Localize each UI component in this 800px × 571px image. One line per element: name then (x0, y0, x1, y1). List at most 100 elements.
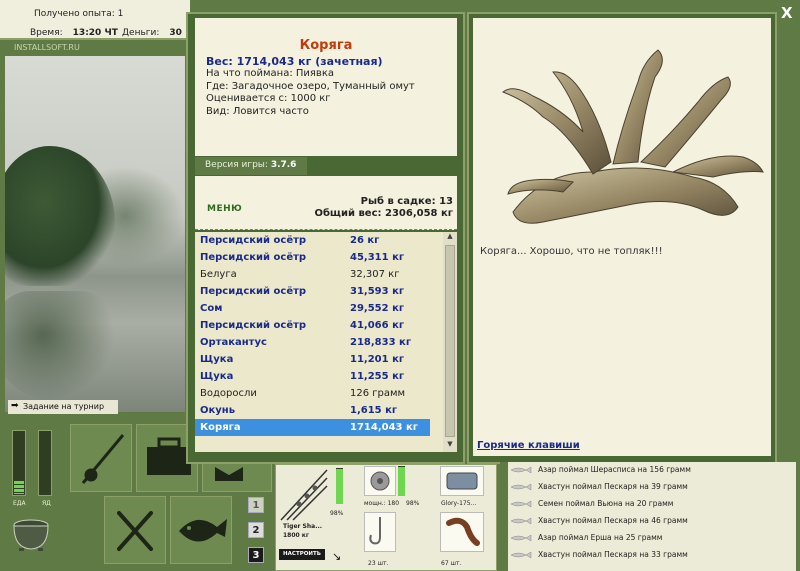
fish-bait: На что поймана: Пиявка (206, 68, 334, 79)
catch-fish-name: Ортакантус (200, 337, 267, 348)
rod-durability-gauge (336, 468, 343, 504)
money-readout: Деньги: 30 (122, 28, 182, 38)
catch-list-row[interactable]: Персидский осётр 31,593 кг (195, 283, 443, 300)
reel-durability-fill (398, 466, 405, 496)
setup-button[interactable]: НАСТРОИТЬ (279, 549, 325, 560)
fish-comment: Коряга... Хорошо, что не топляк!!! (480, 246, 663, 257)
catch-fish-weight: 45,311 кг (350, 252, 405, 263)
catch-fish-weight: 11,201 кг (350, 354, 405, 365)
catch-fish-weight: 41,066 кг (350, 320, 405, 331)
catch-fish-weight: 126 грамм (350, 388, 406, 399)
catch-fish-weight: 1,615 кг (350, 405, 398, 416)
hooks-count: 23 шт. (368, 560, 389, 567)
level-button-2[interactable]: 2 (248, 522, 264, 538)
status-bar: Получено опыта: 1 Время: 13:20 ЧТ Деньги:… (0, 0, 190, 40)
fork-knife-icon (117, 511, 153, 551)
hotkeys-link[interactable]: Горячие клавиши (477, 440, 580, 451)
level-button-1[interactable]: 1 (248, 497, 264, 513)
catch-fish-weight: 32,307 кг (350, 269, 400, 280)
line-name: Glory-175... (441, 500, 477, 507)
catch-fish-weight: 218,833 кг (350, 337, 412, 348)
fish-info-box: Коряга Вес: 1714,043 кг (зачетная) На чт… (195, 18, 457, 156)
fish-icon (510, 551, 532, 559)
catch-summary: МЕНЮ Рыб в садке: 13 Общий вес: 2306,058… (195, 176, 457, 230)
food-meter (12, 430, 26, 496)
fish-weight: Вес: 1714,043 кг (зачетная) (206, 55, 383, 68)
catch-list-row[interactable]: Водоросли 126 грамм (195, 385, 443, 402)
fish-icon (510, 466, 532, 474)
time-readout: Время: 13:20 ЧТ (30, 28, 118, 38)
hook-slot[interactable] (364, 512, 396, 552)
rod-pct: 98% (330, 510, 344, 517)
catch-fish-weight: 26 кг (350, 235, 380, 246)
chat-message: Хвастун поймал Пескаря на 33 грамм (506, 547, 796, 563)
chat-message: Азар поймал Шерасписа на 156 грамм (506, 462, 796, 478)
rod-test: 1800 кг (283, 532, 309, 539)
close-button[interactable]: X (781, 4, 793, 22)
chat-message: Хвастун поймал Пескаря на 46 грамм (506, 513, 796, 529)
catch-list-row[interactable]: Щука 11,201 кг (195, 351, 443, 368)
bait-count: 67 шт. (441, 560, 462, 567)
catch-list-row[interactable]: Персидский осётр 41,066 кг (195, 317, 443, 334)
catch-list[interactable]: Персидский осётр 26 кг Персидский осётр 45,… (195, 232, 443, 452)
catch-fish-weight: 31,593 кг (350, 286, 405, 297)
fish-kind: Вид: Ловится часто (206, 105, 309, 117)
catch-fish-name: Окунь (200, 405, 236, 416)
fish-button[interactable] (170, 496, 232, 564)
fish-icon (510, 500, 532, 508)
catch-fish-name: Водоросли (200, 388, 257, 399)
cauldron-icon[interactable] (10, 516, 52, 552)
map-icon (215, 467, 243, 481)
rod-image (280, 469, 328, 521)
food-button[interactable] (104, 496, 166, 564)
catch-list-row[interactable]: Окунь 1,615 кг (195, 402, 443, 419)
food-meter-fill (14, 481, 24, 494)
watermark: INSTALLSOFT.RU (0, 40, 190, 56)
keepnet-total: Общий вес: 2306,058 кг (314, 208, 453, 219)
food-label: ЕДА (13, 500, 26, 507)
line-slot[interactable] (440, 466, 484, 496)
bait-slot[interactable] (440, 512, 484, 552)
fish-valued-from: Оценивается с: 1000 кг (206, 93, 331, 104)
chat-message: Хвастун поймал Пескаря на 39 грамм (506, 479, 796, 495)
reel-power: мощн.: 180 (364, 500, 400, 507)
catch-fish-name: Персидский осётр (200, 235, 307, 246)
catch-list-scrollbar[interactable]: ▲ ▼ (443, 232, 457, 452)
lake-scene[interactable] (5, 56, 185, 412)
menu-button[interactable]: МЕНЮ (207, 204, 242, 214)
catch-fish-name: Коряга (200, 422, 241, 433)
tackle-box-icon (147, 437, 191, 475)
fish-icon (179, 519, 227, 542)
catch-list-row[interactable]: Щука 11,255 кг (195, 368, 443, 385)
catch-fish-name: Сом (200, 303, 223, 314)
leech-bait-icon (446, 517, 480, 546)
reel-pct: 98% (406, 500, 420, 507)
fishing-line-icon (446, 472, 478, 490)
scroll-thumb[interactable] (445, 245, 455, 437)
chat-message: Семен поймал Вьюна на 20 грамм (506, 496, 796, 512)
catch-fish-name: Белуга (200, 269, 237, 280)
catch-fish-name: Персидский осётр (200, 320, 307, 331)
catch-list-row[interactable]: Сом 29,552 кг (195, 300, 443, 317)
scroll-up-icon[interactable]: ▲ (443, 232, 457, 244)
level-button-3[interactable]: 3 (248, 547, 264, 563)
driftwood-image (502, 49, 764, 224)
experience-text: Получено опыта: 1 (34, 9, 124, 19)
catch-list-row[interactable]: Персидский осётр 45,311 кг (195, 249, 443, 266)
poison-label: ЯД (42, 500, 51, 507)
hook-icon (369, 517, 381, 545)
poison-meter (38, 430, 52, 496)
catch-list-row[interactable]: Персидский осётр 26 кг (195, 232, 443, 249)
catch-list-row[interactable]: Белуга 32,307 кг (195, 266, 443, 283)
tournament-button[interactable]: ➡ Задание на турнир (8, 400, 118, 414)
catch-list-row[interactable]: Ортакантус 218,833 кг (195, 334, 443, 351)
catch-fish-weight: 11,255 кг (350, 371, 405, 382)
reel-slot[interactable] (364, 466, 396, 496)
catch-list-row[interactable]: Коряга 1714,043 кг (195, 419, 430, 436)
fish-icon (510, 483, 532, 491)
scroll-down-icon[interactable]: ▼ (443, 440, 457, 452)
catch-fish-name: Щука (200, 354, 234, 365)
fishing-rod-icon (81, 434, 125, 484)
fish-icon (510, 517, 532, 525)
fishing-rod-button[interactable] (70, 424, 132, 492)
